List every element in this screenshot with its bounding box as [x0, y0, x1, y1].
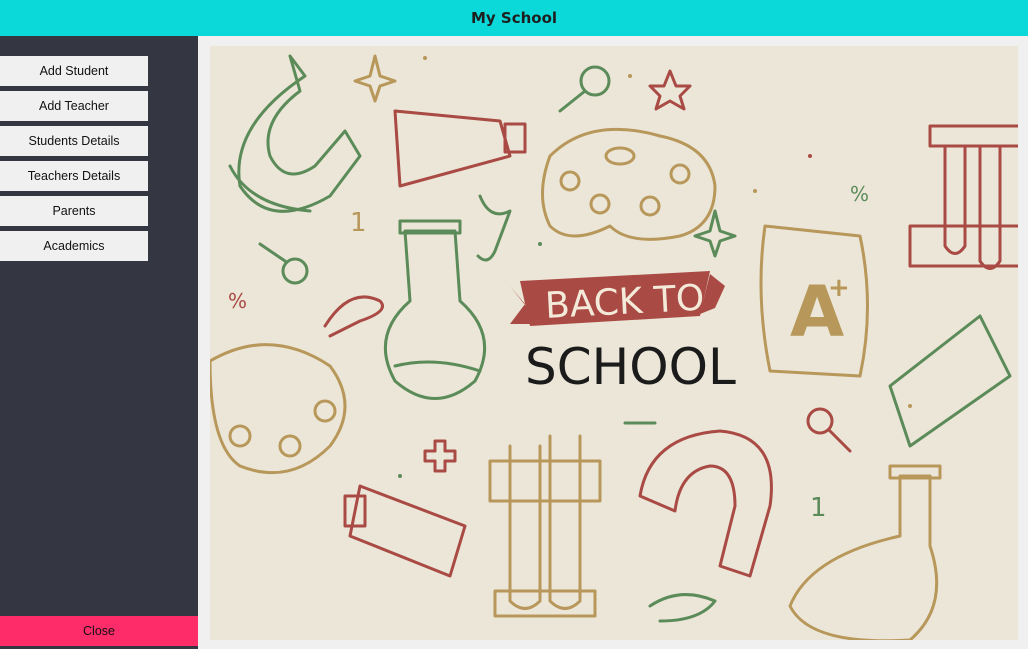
sparkle-doodle — [353, 54, 397, 103]
sparkle-doodle-2 — [693, 209, 737, 258]
students-details-button[interactable]: Students Details — [0, 126, 148, 156]
window-title-bar: My School — [0, 0, 1028, 36]
percent-doodle-2: % — [228, 289, 247, 313]
paint-tube-doodle — [393, 109, 527, 188]
push-pin-doodle-2 — [258, 242, 309, 285]
main-content: A + BACK TO SCHOOL % % 1 1 — [198, 36, 1028, 649]
teachers-details-button[interactable]: Teachers Details — [0, 161, 148, 191]
paint-tube-doodle-red — [343, 484, 467, 578]
push-pin-doodle — [558, 65, 611, 113]
test-tubes-doodle — [908, 124, 1018, 270]
test-tubes-doodle-gold — [488, 434, 602, 618]
a-plus-paper-doodle: A + — [759, 224, 869, 378]
paperclip-doodle-red — [323, 295, 384, 338]
paint-tube-doodle-green — [888, 314, 1012, 448]
push-pin-doodle-3 — [806, 407, 852, 453]
academics-button[interactable]: Academics — [0, 231, 148, 261]
svg-text:+: + — [828, 273, 850, 303]
number-one-doodle: 1 — [350, 208, 367, 238]
paint-palette-doodle-left — [210, 343, 347, 475]
banner-school-text: SCHOOL — [525, 338, 736, 396]
paperclip-doodle-green — [648, 593, 717, 623]
add-student-button[interactable]: Add Student — [0, 56, 148, 86]
close-button[interactable]: Close — [0, 616, 198, 646]
plus-doodle — [423, 439, 457, 473]
magnet-doodle — [228, 54, 362, 213]
percent-doodle: % — [850, 182, 869, 206]
flask-doodle — [383, 219, 487, 400]
school-doodle-illustration: A + BACK TO SCHOOL % % 1 1 — [210, 54, 1018, 640]
magnet-doodle-red — [638, 429, 773, 578]
back-to-school-banner-image: A + BACK TO SCHOOL % % 1 1 — [210, 46, 1018, 640]
parents-button[interactable]: Parents — [0, 196, 148, 226]
star-doodle — [648, 69, 692, 111]
paint-palette-doodle — [541, 127, 717, 241]
add-teacher-button[interactable]: Add Teacher — [0, 91, 148, 121]
window-title: My School — [470, 9, 558, 27]
banner-back-to-text: BACK TO — [544, 278, 705, 327]
sidebar: Add Student Add Teacher Students Details… — [0, 36, 198, 649]
paperclip-doodle — [476, 194, 512, 262]
number-one-doodle-2: 1 — [810, 493, 827, 523]
